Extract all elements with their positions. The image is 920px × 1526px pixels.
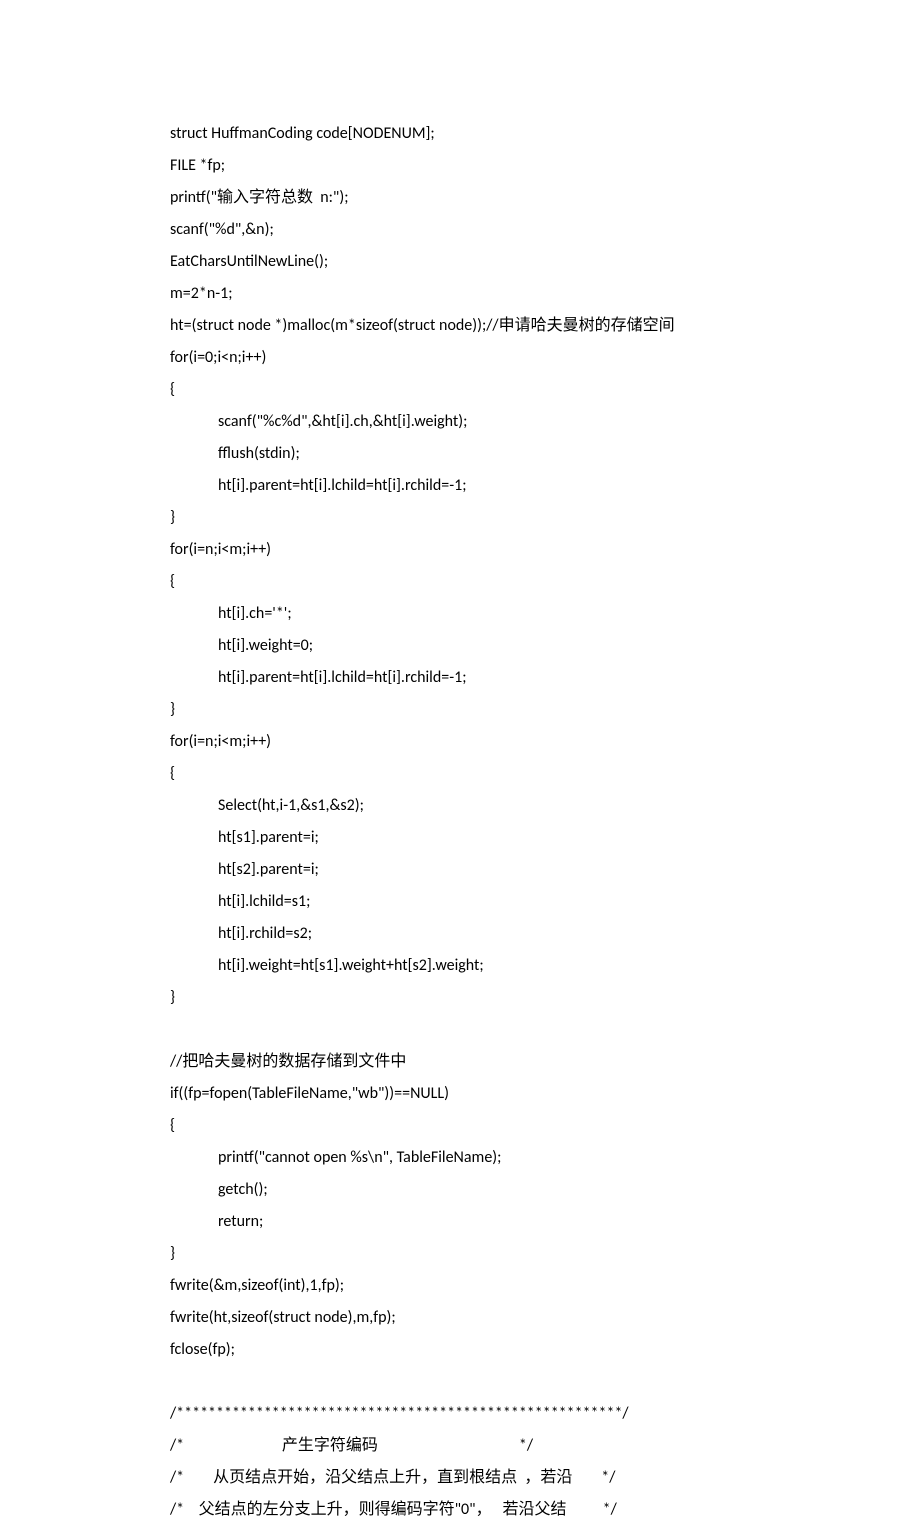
code-line: } <box>170 502 750 534</box>
code-line: /* 从页结点开始，沿父结点上升，直到根结点 ，若沿 */ <box>170 1462 750 1494</box>
code-line: ht[i].weight=ht[s1].weight+ht[s2].weight… <box>170 950 750 982</box>
code-line: Select(ht,i-1,&s1,&s2); <box>170 790 750 822</box>
code-line: ht[i].parent=ht[i].lchild=ht[i].rchild=-… <box>170 662 750 694</box>
code-line: scanf("%c%d",&ht[i].ch,&ht[i].weight); <box>170 406 750 438</box>
code-line: { <box>170 1110 750 1142</box>
code-line: fwrite(&m,sizeof(int),1,fp); <box>170 1270 750 1302</box>
code-line: /* 产生字符编码 */ <box>170 1430 750 1462</box>
code-line: ht[i].rchild=s2; <box>170 918 750 950</box>
code-line: ht[s2].parent=i; <box>170 854 750 886</box>
code-line: struct HuffmanCoding code[NODENUM]; <box>170 118 750 150</box>
code-line: ht[i].parent=ht[i].lchild=ht[i].rchild=-… <box>170 470 750 502</box>
code-line: scanf("%d",&n); <box>170 214 750 246</box>
code-line: ht[i].ch='*'; <box>170 598 750 630</box>
code-line <box>170 1014 750 1046</box>
code-line: { <box>170 374 750 406</box>
code-line: { <box>170 758 750 790</box>
code-line: { <box>170 566 750 598</box>
code-line: fclose(fp); <box>170 1334 750 1366</box>
code-line: fflush(stdin); <box>170 438 750 470</box>
code-line: } <box>170 982 750 1014</box>
code-line: for(i=n;i<m;i++) <box>170 534 750 566</box>
code-line: ht[i].lchild=s1; <box>170 886 750 918</box>
code-line: EatCharsUntilNewLine(); <box>170 246 750 278</box>
code-line: return; <box>170 1206 750 1238</box>
code-line: for(i=n;i<m;i++) <box>170 726 750 758</box>
code-line: printf("cannot open %s\n", TableFileName… <box>170 1142 750 1174</box>
code-line: /***************************************… <box>170 1398 750 1430</box>
code-line: fwrite(ht,sizeof(struct node),m,fp); <box>170 1302 750 1334</box>
code-line: } <box>170 1238 750 1270</box>
code-line <box>170 1366 750 1398</box>
document-page: struct HuffmanCoding code[NODENUM];FILE … <box>0 0 920 1302</box>
code-block: struct HuffmanCoding code[NODENUM];FILE … <box>170 118 750 1526</box>
code-line: } <box>170 694 750 726</box>
code-line: getch(); <box>170 1174 750 1206</box>
code-line: if((fp=fopen(TableFileName,"wb"))==NULL) <box>170 1078 750 1110</box>
code-line: ht[i].weight=0; <box>170 630 750 662</box>
code-line: ht[s1].parent=i; <box>170 822 750 854</box>
code-line: //把哈夫曼树的数据存储到文件中 <box>170 1046 750 1078</box>
code-line: printf("输入字符总数 n:"); <box>170 182 750 214</box>
code-line: m=2*n-1; <box>170 278 750 310</box>
code-line: FILE *fp; <box>170 150 750 182</box>
code-line: for(i=0;i<n;i++) <box>170 342 750 374</box>
code-line: ht=(struct node *)malloc(m*sizeof(struct… <box>170 310 750 342</box>
code-line: /* 父结点的左分支上升，则得编码字符"0"， 若沿父结 */ <box>170 1494 750 1526</box>
